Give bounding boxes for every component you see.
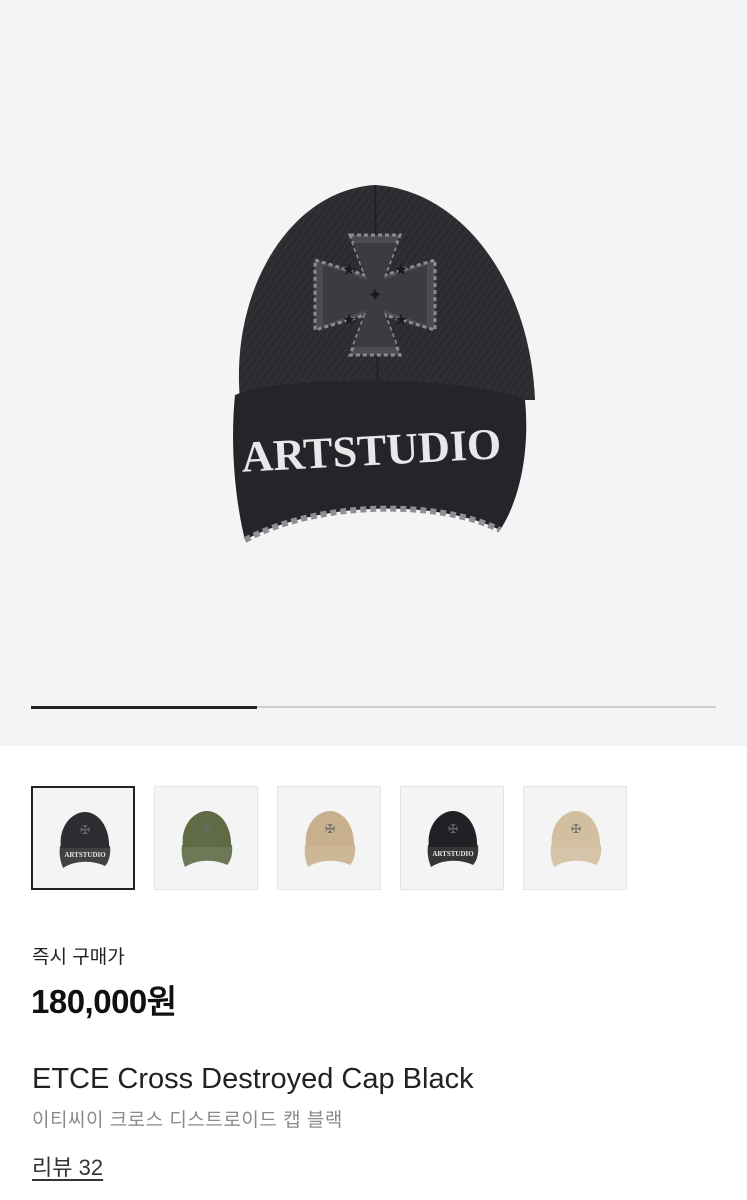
svg-text:✠: ✠ [80,823,90,837]
svg-text:✠: ✠ [202,822,212,836]
review-link[interactable]: 리뷰 32 [32,1150,103,1182]
svg-text:★: ★ [394,312,408,329]
svg-text:★: ★ [342,262,356,279]
thumbnail-2[interactable]: ✠ [154,786,258,890]
product-name-ko: 이티씨이 크로스 디스트로이드 캡 블랙 [32,1110,343,1131]
svg-text:✠: ✠ [448,822,458,836]
thumbnail-cap-image: ✠ [304,811,356,867]
thumbnail-cap-image: ✠ ARTSTUDIO [427,811,479,867]
svg-text:✠: ✠ [325,822,335,836]
price-label: 즉시 구매가 [32,947,125,968]
product-name-en: ETCE Cross Destroyed Cap Black [32,1063,474,1095]
thumbnail-cap-image: ✠ [550,811,602,867]
svg-text:ARTSTUDIO: ARTSTUDIO [432,850,474,858]
thumbnail-1[interactable]: ✠ ARTSTUDIO [31,786,135,890]
thumbnail-4[interactable]: ✠ ARTSTUDIO [400,786,504,890]
svg-text:★: ★ [342,312,356,329]
gallery-progress-bar [31,705,716,709]
svg-text:ARTSTUDIO: ARTSTUDIO [64,851,106,859]
price-value: 180,000원 [31,983,177,1020]
thumbnail-5[interactable]: ✠ [523,786,627,890]
svg-text:✠: ✠ [571,822,581,836]
svg-text:★: ★ [394,262,408,279]
thumbnail-cap-image: ✠ [181,811,233,867]
gallery-progress-fill [31,705,258,709]
svg-text:✦: ✦ [367,285,382,305]
product-image-gallery[interactable]: ✦ ★ ★ ★ ★ ARTSTUDIO [0,0,747,746]
thumbnail-3[interactable]: ✠ [277,786,381,890]
product-image-cap: ✦ ★ ★ ★ ★ ARTSTUDIO [233,184,536,543]
thumbnail-cap-image: ✠ ARTSTUDIO [59,812,111,868]
